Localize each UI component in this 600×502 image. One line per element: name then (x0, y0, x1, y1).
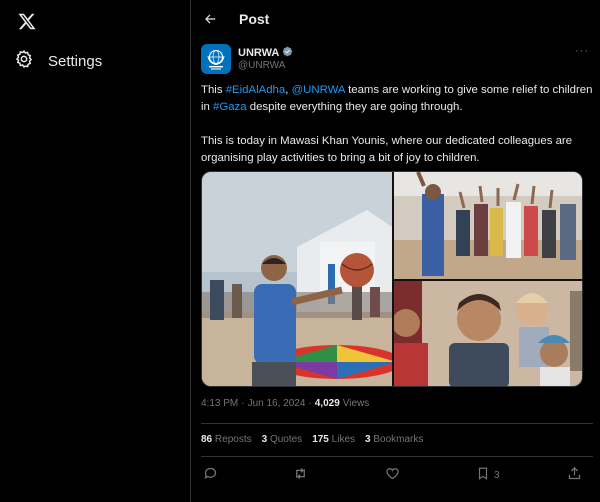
hashtag-link[interactable]: #Gaza (213, 101, 247, 113)
photo-children-raising-hands[interactable] (394, 172, 582, 279)
verified-badge-icon (282, 46, 293, 60)
quotes-label: Quotes (269, 434, 303, 445)
author-handle[interactable]: @UNRWA (238, 60, 285, 71)
share-button[interactable] (567, 464, 582, 486)
likes-label: Likes (331, 434, 356, 445)
quotes-count: 3 (261, 434, 268, 445)
author-name[interactable]: UNRWA (238, 46, 293, 60)
heart-icon (385, 466, 400, 484)
photo-smiling-children[interactable] (394, 281, 582, 386)
back-arrow-icon[interactable] (199, 8, 221, 30)
divider (201, 456, 593, 457)
post-timestamp: 4:13 PM · Jun 16, 2024 · 4,029 Views (201, 398, 369, 409)
left-navigation: Settings (0, 0, 190, 502)
bookmark-icon (476, 466, 490, 484)
hashtag-link[interactable]: #EidAlAdha (226, 84, 286, 96)
post-paragraph-2: This is today in Mawasi Khan Younis, whe… (201, 135, 573, 164)
page-title: Post (239, 11, 270, 27)
reposts-label: Reposts (214, 434, 252, 445)
reply-button[interactable] (203, 464, 218, 486)
post-time[interactable]: 4:13 PM (201, 398, 238, 409)
nav-settings-link[interactable]: Settings (14, 47, 112, 75)
post-header: Post (191, 0, 600, 40)
post-author: UNRWA @UNRWA ··· (201, 44, 591, 76)
bookmarks-label: Bookmarks (373, 434, 424, 445)
repost-icon (293, 466, 308, 484)
post-detail-column: Post UNRWA @UNRWA ··· This #EidAlAdha, @… (190, 0, 600, 502)
reposts-count: 86 (201, 434, 213, 445)
post-engagement-stats: 86 Reposts 3 Quotes 175 Likes 3 Bookmark… (201, 434, 423, 445)
avatar[interactable] (201, 44, 231, 74)
post-text: This #EidAlAdha, @UNRWA teams are workin… (201, 82, 593, 184)
separator: · (308, 398, 312, 409)
quotes-stat[interactable]: 3 Quotes (262, 434, 303, 445)
text-segment: despite everything they are going throug… (246, 101, 463, 113)
reposts-stat[interactable]: 86 Reposts (201, 434, 252, 445)
bookmarks-stat[interactable]: 3 Bookmarks (365, 434, 423, 445)
post-date[interactable]: Jun 16, 2024 (248, 398, 306, 409)
x-logo-icon[interactable] (14, 8, 40, 34)
share-icon (567, 466, 582, 484)
nav-settings-label: Settings (48, 52, 103, 70)
bookmarks-count: 3 (365, 434, 371, 445)
divider (201, 423, 593, 424)
more-options-icon[interactable]: ··· (573, 44, 591, 62)
repost-button[interactable] (293, 464, 308, 486)
reply-icon (203, 466, 218, 484)
mention-link[interactable]: @UNRWA (292, 84, 345, 96)
views-count: 4,029 (314, 398, 340, 409)
like-button[interactable] (385, 464, 400, 486)
likes-stat[interactable]: 175 Likes (312, 434, 355, 445)
separator: · (241, 398, 245, 409)
bookmark-button[interactable]: 3 (476, 464, 500, 486)
views-label: Views (342, 398, 370, 409)
gear-icon (14, 49, 34, 74)
author-name-text: UNRWA (238, 47, 280, 59)
bookmark-count: 3 (494, 469, 500, 481)
post-action-bar: 3 (191, 462, 600, 488)
post-media-grid (201, 171, 583, 387)
likes-count: 175 (312, 434, 329, 445)
post-paragraph-1: This #EidAlAdha, @UNRWA teams are workin… (201, 82, 593, 116)
text-segment: This (201, 84, 226, 96)
photo-man-with-ball[interactable] (202, 172, 392, 386)
